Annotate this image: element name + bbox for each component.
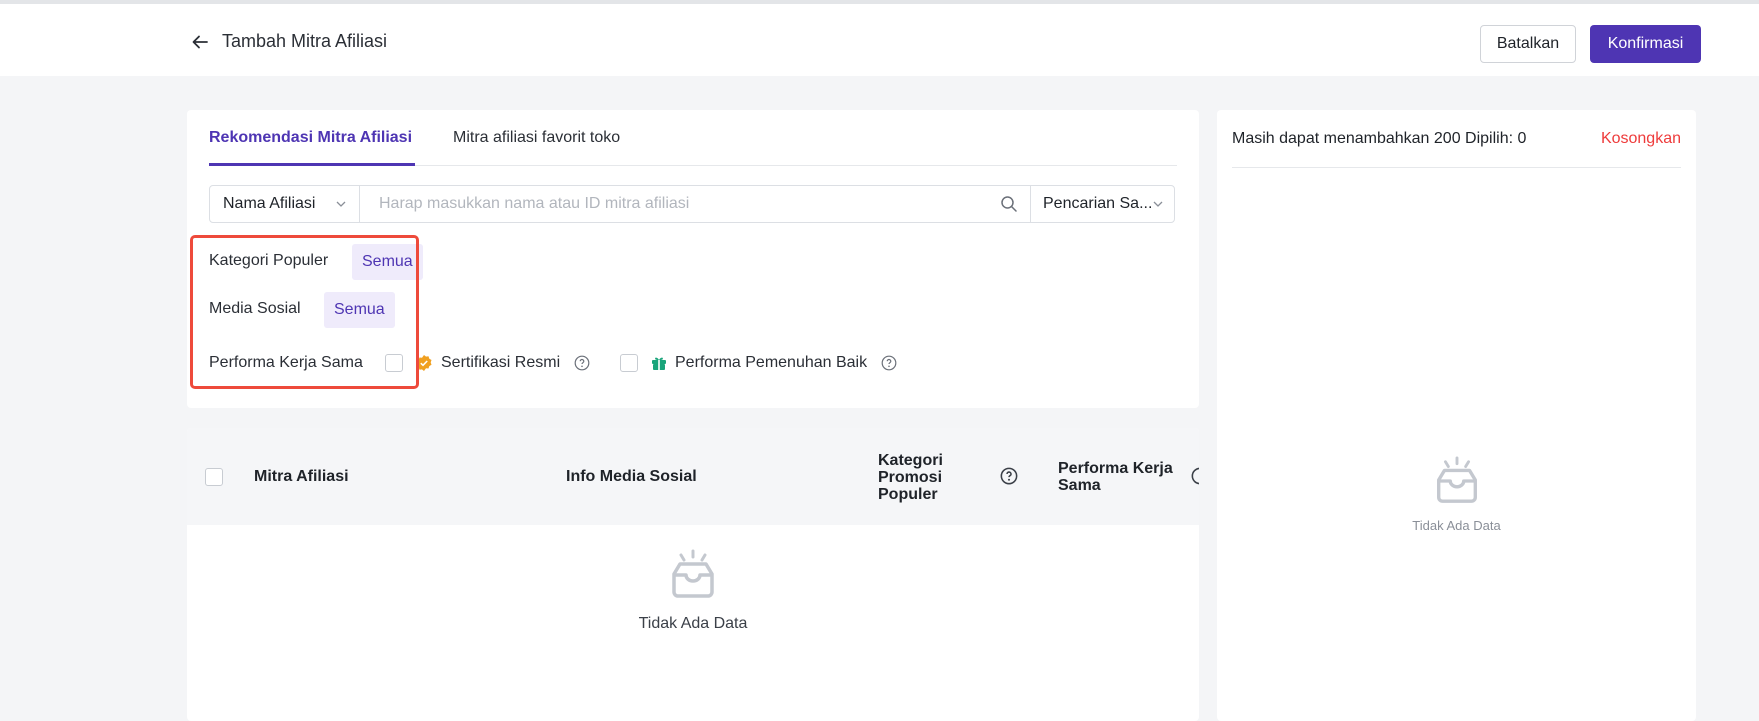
- category-filter-label: Kategori Populer: [209, 252, 329, 269]
- chevron-down-icon: [336, 201, 346, 207]
- column-line: Sama: [1058, 477, 1101, 494]
- search-field-select[interactable]: Nama Afiliasi: [210, 186, 360, 222]
- verified-badge-icon: [416, 355, 432, 371]
- search-bar: Nama Afiliasi Pencarian Sa...: [209, 185, 1175, 223]
- column-performance: Performa Kerja Sama: [1058, 460, 1173, 494]
- column-affiliate: Mitra Afiliasi: [254, 468, 349, 485]
- selection-summary: Masih dapat menambahkan 200 Dipilih: 0: [1232, 130, 1527, 147]
- help-icon[interactable]: [574, 355, 590, 371]
- tab-favorite-affiliates[interactable]: Mitra afiliasi favorit toko: [453, 129, 620, 147]
- search-mode-select[interactable]: Pencarian Sa...: [1030, 186, 1176, 222]
- table-empty-state: Tidak Ada Data: [187, 548, 1199, 633]
- page-header: Tambah Mitra Afiliasi Batalkan Konfirmas…: [0, 4, 1759, 76]
- column-line: Populer: [878, 486, 938, 503]
- fulfillment-label: Performa Pemenuhan Baik: [675, 354, 868, 371]
- column-social-info: Info Media Sosial: [566, 468, 697, 485]
- page-title: Tambah Mitra Afiliasi: [222, 31, 388, 51]
- search-icon[interactable]: [1000, 195, 1018, 213]
- cancel-button[interactable]: Batalkan: [1480, 25, 1576, 63]
- arrow-left-icon: [192, 35, 208, 49]
- official-cert-label: Sertifikasi Resmi: [441, 354, 561, 371]
- search-input[interactable]: [361, 186, 971, 222]
- help-icon[interactable]: [881, 355, 897, 371]
- search-mode-value: Pencarian Sa...: [1043, 195, 1153, 212]
- tab-recommended-affiliates[interactable]: Rekomendasi Mitra Afiliasi: [209, 129, 412, 147]
- tab-bar: Rekomendasi Mitra Afiliasi Mitra afilias…: [209, 110, 1177, 166]
- active-tab-indicator: [209, 163, 415, 166]
- column-line: Performa Kerja: [1058, 460, 1173, 477]
- gift-icon: [652, 357, 666, 370]
- column-line: Promosi: [878, 469, 943, 486]
- search-field-value: Nama Afiliasi: [223, 195, 316, 212]
- selection-panel: Masih dapat menambahkan 200 Dipilih: 0 K…: [1217, 110, 1696, 721]
- selection-empty-text: Tidak Ada Data: [1412, 518, 1501, 533]
- filter-panel: Rekomendasi Mitra Afiliasi Mitra afilias…: [187, 110, 1199, 408]
- social-chip-all[interactable]: Semua: [324, 292, 395, 328]
- official-cert-checkbox[interactable]: [385, 354, 403, 372]
- fulfillment-checkbox[interactable]: [620, 354, 638, 372]
- select-all-checkbox[interactable]: [205, 468, 223, 486]
- affiliate-table: Mitra Afiliasi Info Media Sosial Kategor…: [187, 428, 1199, 721]
- category-chip-all[interactable]: Semua: [352, 244, 423, 280]
- performance-filter-label: Performa Kerja Sama: [209, 354, 363, 371]
- table-header: Mitra Afiliasi Info Media Sosial Kategor…: [187, 428, 1199, 525]
- column-popular-category: Kategori Promosi Populer: [878, 452, 943, 503]
- empty-inbox-icon: [1436, 456, 1477, 503]
- confirm-button[interactable]: Konfirmasi: [1590, 25, 1701, 63]
- empty-inbox-icon: [672, 549, 714, 598]
- table-empty-text: Tidak Ada Data: [638, 615, 748, 632]
- chevron-down-icon: [1153, 201, 1163, 207]
- back-button[interactable]: [188, 30, 212, 54]
- clear-selection-link[interactable]: Kosongkan: [1601, 130, 1681, 148]
- help-icon-clipped[interactable]: [1191, 467, 1199, 485]
- column-line: Kategori: [878, 452, 943, 469]
- social-filter-label: Media Sosial: [209, 300, 301, 317]
- selection-empty-state: Tidak Ada Data: [1217, 455, 1696, 533]
- selection-header: Masih dapat menambahkan 200 Dipilih: 0 K…: [1232, 110, 1681, 168]
- help-icon[interactable]: [1000, 467, 1018, 485]
